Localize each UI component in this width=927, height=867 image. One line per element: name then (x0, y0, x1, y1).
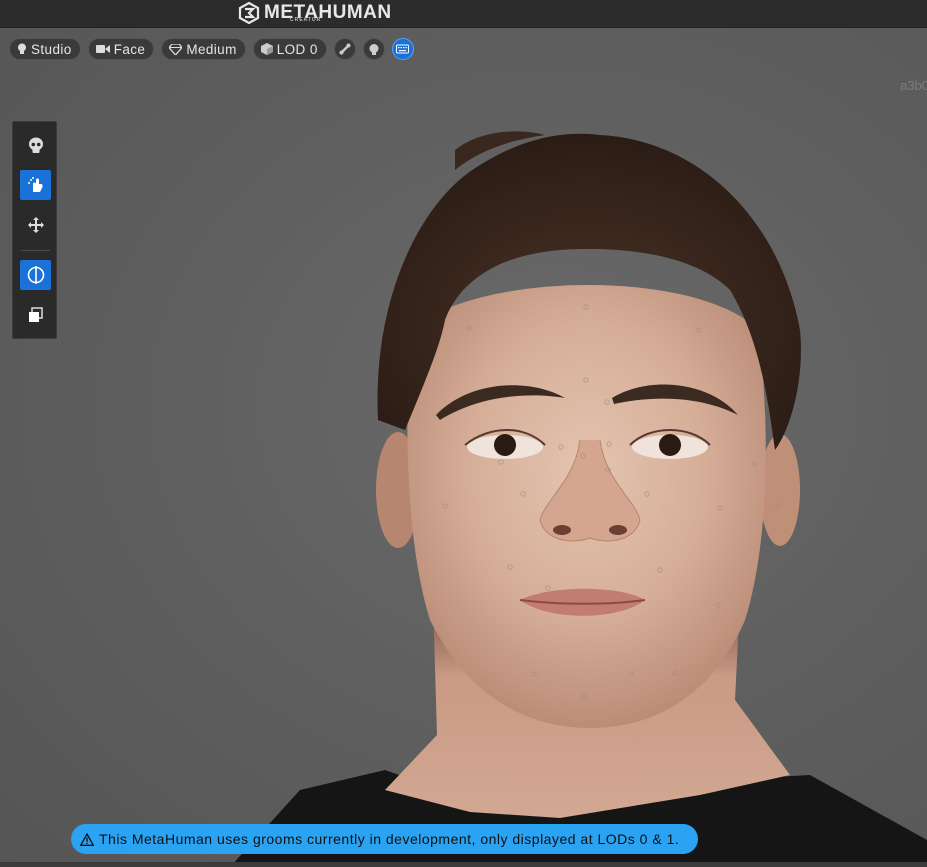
sculpt-hand-icon (27, 177, 43, 192)
keyboard-toggle-button[interactable] (391, 38, 414, 60)
brand-name: METAHUMAN (264, 2, 392, 23)
camera-face-button[interactable]: Face (87, 38, 155, 60)
quality-medium-button[interactable]: Medium (161, 38, 246, 60)
lod-label: LOD 0 (276, 41, 318, 57)
banner-text: This MetaHuman uses grooms currently in … (99, 831, 680, 847)
diamond-icon (169, 43, 183, 55)
layers-tool-button[interactable] (20, 300, 51, 330)
sculpt-tools-panel (12, 121, 57, 339)
lod-button[interactable]: LOD 0 (252, 38, 327, 60)
head-toggle-button[interactable] (362, 38, 385, 60)
metahuman-face-render (230, 131, 927, 867)
tools-divider (21, 250, 50, 251)
camera-icon (95, 45, 110, 53)
move-tool-button[interactable] (20, 210, 51, 240)
head-icon (369, 44, 379, 55)
warning-icon (80, 832, 94, 846)
skull-tool-button[interactable] (20, 130, 51, 160)
skull-icon (28, 137, 43, 153)
3d-viewport[interactable]: a3b0 (0, 28, 927, 867)
bones-icon (339, 43, 351, 55)
sculpt-hand-tool-button[interactable] (20, 170, 51, 200)
viewport-toolbar: Studio Face Medium LOD 0 (9, 38, 414, 60)
symmetry-icon (27, 266, 44, 284)
brand-subtitle: CREATOR (290, 17, 322, 23)
metahuman-logo: METAHUMAN CREATOR (238, 2, 392, 24)
move-icon (27, 217, 44, 233)
lighting-studio-button[interactable]: Studio (9, 38, 81, 60)
quality-label: Medium (186, 41, 237, 57)
groom-warning-banner: This MetaHuman uses grooms currently in … (71, 824, 698, 854)
lighting-label: Studio (31, 41, 72, 57)
camera-label: Face (113, 41, 146, 57)
keyboard-icon (396, 44, 410, 54)
top-bar: METAHUMAN CREATOR (0, 0, 927, 28)
bones-toggle-button[interactable] (333, 38, 356, 60)
metahuman-logo-icon (238, 2, 260, 24)
bottom-strip (0, 862, 927, 867)
lightbulb-icon (18, 43, 26, 54)
viewport-id-label: a3b0 (900, 78, 927, 93)
layers-icon (28, 307, 43, 322)
cube-icon (260, 43, 273, 55)
symmetry-tool-button[interactable] (20, 260, 51, 290)
